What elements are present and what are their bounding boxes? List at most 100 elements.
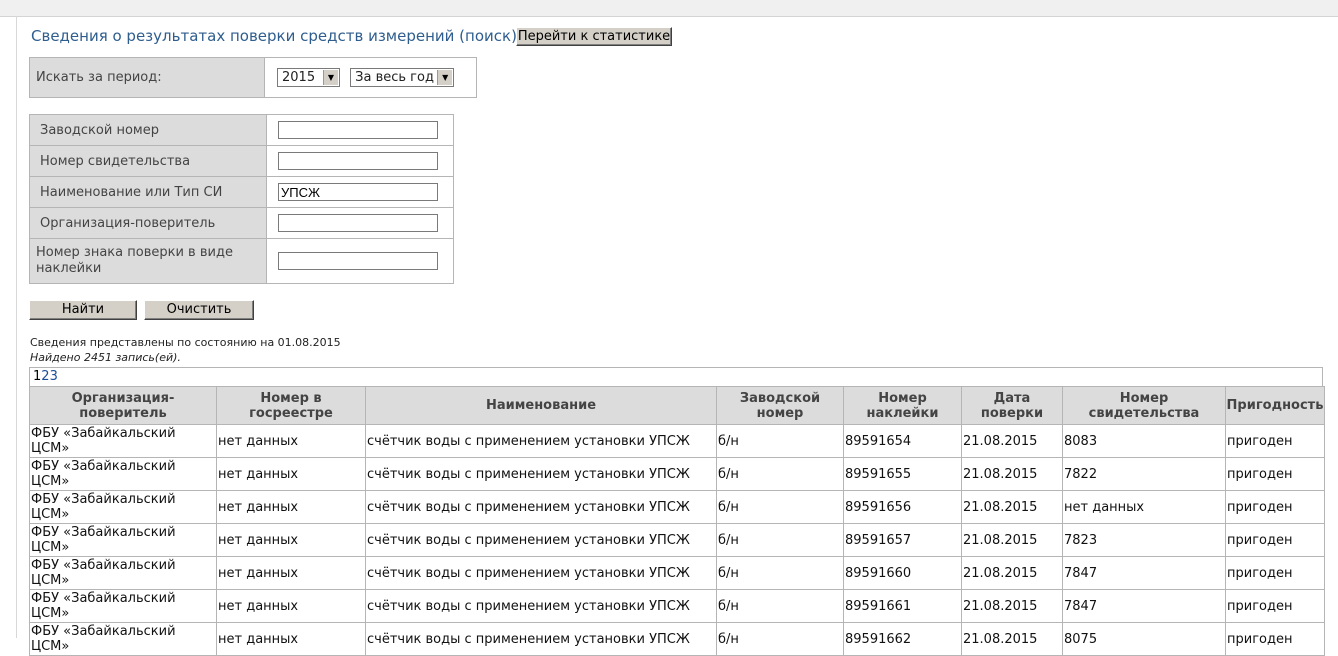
data-date-info: Сведения представлены по состоянию на 01… <box>30 336 341 349</box>
results-header-row: Организация-поверитель Номер в госреестр… <box>29 386 1325 425</box>
page-title: Сведения о результатах поверки средств и… <box>31 27 517 45</box>
col-header-certificate-number: Номер свидетельства <box>1062 386 1226 425</box>
col-header-suitability: Пригодность <box>1225 386 1325 425</box>
table-row: ФБУ «Забайкальский ЦСМ» нет данных счётчик… <box>29 622 1325 656</box>
pagination: 123 <box>29 367 1323 386</box>
cell-suitability: пригоден <box>1225 589 1325 623</box>
table-row: ФБУ «Забайкальский ЦСМ» нет данных счётчик… <box>29 523 1325 557</box>
cell-sticker-number: 89591661 <box>843 589 962 623</box>
range-select[interactable]: За весь год ▼ <box>350 68 455 87</box>
cell-verification-date: 21.08.2015 <box>961 556 1063 590</box>
cell-sticker-number: 89591654 <box>843 424 962 458</box>
certificate-number-label: Номер свидетельства <box>29 145 267 177</box>
cell-registry-number: нет данных <box>216 490 366 524</box>
verifier-organization-label: Организация-поверитель <box>29 207 267 239</box>
found-count: Найдено 2451 запись(ей). <box>30 351 181 364</box>
cell-certificate-number: 7823 <box>1062 523 1226 557</box>
sticker-number-input[interactable] <box>278 252 438 270</box>
page-link-2[interactable]: 2 <box>41 369 49 384</box>
cell-name: счётчик воды с применением установки УПС… <box>365 622 717 656</box>
chevron-down-icon: ▼ <box>437 70 453 85</box>
cell-serial-number: б/н <box>716 556 844 590</box>
col-header-serial-number: Заводской номер <box>716 386 844 425</box>
table-row: ФБУ «Забайкальский ЦСМ» нет данных счётчик… <box>29 424 1325 458</box>
cell-registry-number: нет данных <box>216 622 366 656</box>
cell-suitability: пригоден <box>1225 424 1325 458</box>
cell-sticker-number: 89591655 <box>843 457 962 491</box>
cell-serial-number: б/н <box>716 622 844 656</box>
clear-button[interactable]: Очистить <box>144 300 254 320</box>
cell-organization: ФБУ «Забайкальский ЦСМ» <box>29 457 217 491</box>
cell-organization: ФБУ «Забайкальский ЦСМ» <box>29 589 217 623</box>
cell-organization: ФБУ «Забайкальский ЦСМ» <box>29 490 217 524</box>
page-link-3[interactable]: 3 <box>50 369 58 384</box>
cell-serial-number: б/н <box>716 589 844 623</box>
cell-certificate-number: 8075 <box>1062 622 1226 656</box>
sticker-number-label: Номер знака поверки в виде наклейки <box>29 238 267 284</box>
col-header-sticker-number: Номер наклейки <box>843 386 962 425</box>
cell-sticker-number: 89591662 <box>843 622 962 656</box>
cell-name: счётчик воды с применением установки УПС… <box>365 424 717 458</box>
cell-name: счётчик воды с применением установки УПС… <box>365 490 717 524</box>
top-frame-edge <box>0 0 1338 17</box>
cell-certificate-number: 7822 <box>1062 457 1226 491</box>
cell-organization: ФБУ «Забайкальский ЦСМ» <box>29 556 217 590</box>
col-header-name: Наименование <box>365 386 717 425</box>
name-or-type-label: Наименование или Тип СИ <box>29 176 267 208</box>
col-header-organization: Организация-поверитель <box>29 386 217 425</box>
results-body: ФБУ «Забайкальский ЦСМ» нет данных счётчик… <box>29 424 1325 656</box>
table-row: ФБУ «Забайкальский ЦСМ» нет данных счётчик… <box>29 556 1325 590</box>
cell-registry-number: нет данных <box>216 424 366 458</box>
cell-organization: ФБУ «Забайкальский ЦСМ» <box>29 424 217 458</box>
table-row: ФБУ «Забайкальский ЦСМ» нет данных счётчик… <box>29 457 1325 491</box>
year-select[interactable]: 2015 ▼ <box>277 68 340 87</box>
cell-serial-number: б/н <box>716 523 844 557</box>
cell-registry-number: нет данных <box>216 523 366 557</box>
cell-name: счётчик воды с применением установки УПС… <box>365 556 717 590</box>
cell-suitability: пригоден <box>1225 490 1325 524</box>
cell-serial-number: б/н <box>716 424 844 458</box>
cell-verification-date: 21.08.2015 <box>961 589 1063 623</box>
cell-sticker-number: 89591660 <box>843 556 962 590</box>
table-row: ФБУ «Забайкальский ЦСМ» нет данных счётчик… <box>29 589 1325 623</box>
cell-certificate-number: нет данных <box>1062 490 1226 524</box>
cell-name: счётчик воды с применением установки УПС… <box>365 589 717 623</box>
cell-verification-date: 21.08.2015 <box>961 523 1063 557</box>
results-table: Организация-поверитель Номер в госреестр… <box>29 386 1325 656</box>
col-header-verification-date: Дата поверки <box>961 386 1063 425</box>
cell-suitability: пригоден <box>1225 457 1325 491</box>
go-to-statistics-button[interactable]: Перейти к статистике <box>516 27 672 46</box>
cell-registry-number: нет данных <box>216 457 366 491</box>
cell-organization: ФБУ «Забайкальский ЦСМ» <box>29 622 217 656</box>
left-frame-edge <box>16 16 17 638</box>
chevron-down-icon: ▼ <box>323 70 338 85</box>
serial-number-input[interactable] <box>278 121 438 139</box>
cell-certificate-number: 8083 <box>1062 424 1226 458</box>
find-button[interactable]: Найти <box>29 300 137 320</box>
period-form: Искать за период: 2015 ▼ За весь год ▼ <box>29 57 477 98</box>
certificate-number-input[interactable] <box>278 152 438 170</box>
verifier-organization-input[interactable] <box>278 214 438 232</box>
cell-verification-date: 21.08.2015 <box>961 490 1063 524</box>
cell-registry-number: нет данных <box>216 556 366 590</box>
period-controls: 2015 ▼ За весь год ▼ <box>264 57 477 98</box>
period-label: Искать за период: <box>29 57 265 98</box>
range-select-value: За весь год <box>355 70 434 85</box>
cell-verification-date: 21.08.2015 <box>961 622 1063 656</box>
cell-sticker-number: 89591656 <box>843 490 962 524</box>
name-or-type-input[interactable] <box>278 183 438 201</box>
cell-suitability: пригоден <box>1225 556 1325 590</box>
cell-serial-number: б/н <box>716 457 844 491</box>
cell-certificate-number: 7847 <box>1062 556 1226 590</box>
cell-suitability: пригоден <box>1225 523 1325 557</box>
year-select-value: 2015 <box>282 70 316 85</box>
cell-suitability: пригоден <box>1225 622 1325 656</box>
cell-registry-number: нет данных <box>216 589 366 623</box>
cell-organization: ФБУ «Забайкальский ЦСМ» <box>29 523 217 557</box>
cell-verification-date: 21.08.2015 <box>961 457 1063 491</box>
cell-name: счётчик воды с применением установки УПС… <box>365 523 717 557</box>
cell-certificate-number: 7847 <box>1062 589 1226 623</box>
cell-verification-date: 21.08.2015 <box>961 424 1063 458</box>
cell-name: счётчик воды с применением установки УПС… <box>365 457 717 491</box>
search-filters-form: Заводской номер Номер свидетельства Наим… <box>29 114 454 284</box>
